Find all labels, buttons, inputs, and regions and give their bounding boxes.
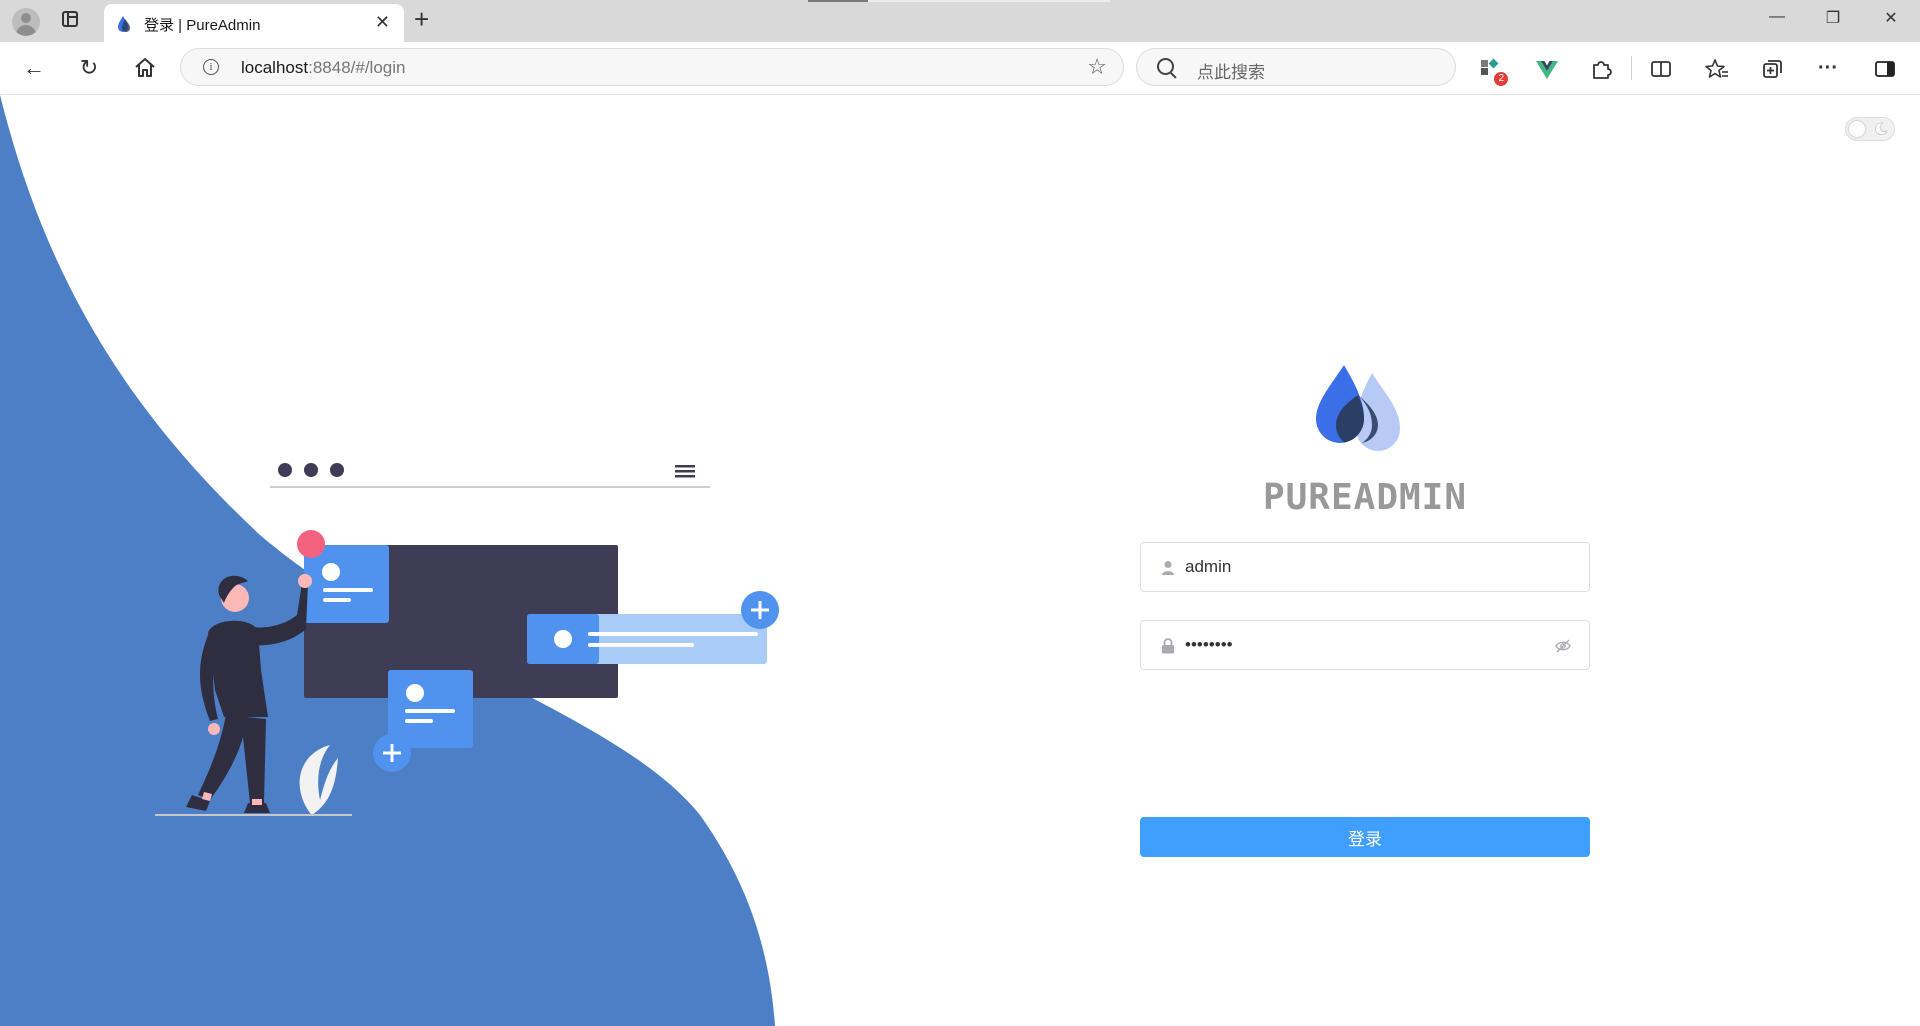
split-screen-icon[interactable] xyxy=(1648,56,1674,82)
browser-tab-bar: 登录 | PureAdmin ✕ + — ❐ ✕ xyxy=(0,0,1920,42)
lock-icon xyxy=(1162,638,1174,654)
search-icon xyxy=(1157,58,1174,75)
browser-toolbar: ← ↻ i localhost:8848/#/login ☆ 点此搜索 2 ··… xyxy=(0,42,1920,95)
tab-actions-icon[interactable] xyxy=(62,11,78,27)
url-host: localhost xyxy=(241,58,309,77)
toggle-knob xyxy=(1849,121,1865,137)
star-icon[interactable]: ☆ xyxy=(1087,54,1107,80)
password-input[interactable] xyxy=(1185,621,1545,669)
plus-icon[interactable]: + xyxy=(414,6,429,32)
theme-toggle[interactable] xyxy=(1845,117,1895,141)
sidebar-icon[interactable] xyxy=(1872,56,1898,82)
toolbar-divider xyxy=(1631,56,1632,80)
notification-dot-icon xyxy=(297,530,325,558)
window-dot-icon xyxy=(278,463,292,477)
pureadmin-favicon-icon xyxy=(118,16,130,32)
more-icon[interactable]: ··· xyxy=(1814,54,1842,82)
brand-title: PUREADMIN xyxy=(1262,477,1468,518)
close-window-icon[interactable]: ✕ xyxy=(1876,8,1906,28)
eye-hidden-icon[interactable] xyxy=(1555,638,1571,654)
window-dot-icon xyxy=(304,463,318,477)
collections-icon[interactable] xyxy=(1760,56,1786,82)
extension-apps-icon[interactable]: 2 xyxy=(1478,56,1508,86)
tab-title: 登录 | PureAdmin xyxy=(144,17,261,34)
user-icon xyxy=(1162,561,1174,575)
tab-scroll-track xyxy=(868,0,1110,2)
hamburger-menu-icon xyxy=(675,465,695,478)
moon-icon xyxy=(1875,122,1888,136)
profile-icon[interactable] xyxy=(12,8,40,36)
tab-scroll-indicator xyxy=(808,0,868,2)
extension-badge: 2 xyxy=(1494,72,1508,86)
username-field[interactable] xyxy=(1140,542,1590,592)
username-input[interactable] xyxy=(1185,543,1545,591)
url-text[interactable]: localhost:8848/#/login xyxy=(241,58,405,78)
puzzle-icon[interactable] xyxy=(1588,56,1614,82)
back-arrow-icon[interactable]: ← xyxy=(20,54,48,82)
person-figure xyxy=(186,574,312,813)
address-bar[interactable]: i localhost:8848/#/login ☆ xyxy=(180,48,1124,86)
password-field[interactable] xyxy=(1140,620,1590,670)
login-illustration xyxy=(155,463,779,816)
tab-login[interactable]: 登录 | PureAdmin ✕ xyxy=(104,4,404,42)
login-page: PUREADMIN 登录 xyxy=(0,95,1920,1026)
close-icon[interactable]: ✕ xyxy=(375,12,390,33)
url-path: :8848/#/login xyxy=(308,58,406,77)
search-placeholder: 点此搜索 xyxy=(1197,63,1265,82)
vue-devtools-icon[interactable] xyxy=(1534,56,1560,82)
info-icon[interactable]: i xyxy=(203,59,219,75)
refresh-icon[interactable]: ↻ xyxy=(75,54,103,82)
favorites-icon[interactable] xyxy=(1704,56,1730,82)
login-button[interactable]: 登录 xyxy=(1140,817,1590,857)
plant-icon xyxy=(299,745,338,815)
restore-icon[interactable]: ❐ xyxy=(1818,8,1848,28)
home-icon[interactable] xyxy=(131,54,159,82)
window-dot-icon xyxy=(330,463,344,477)
search-bar[interactable]: 点此搜索 xyxy=(1136,48,1456,86)
pureadmin-logo-icon xyxy=(1316,365,1400,451)
minimize-icon[interactable]: — xyxy=(1762,8,1792,26)
